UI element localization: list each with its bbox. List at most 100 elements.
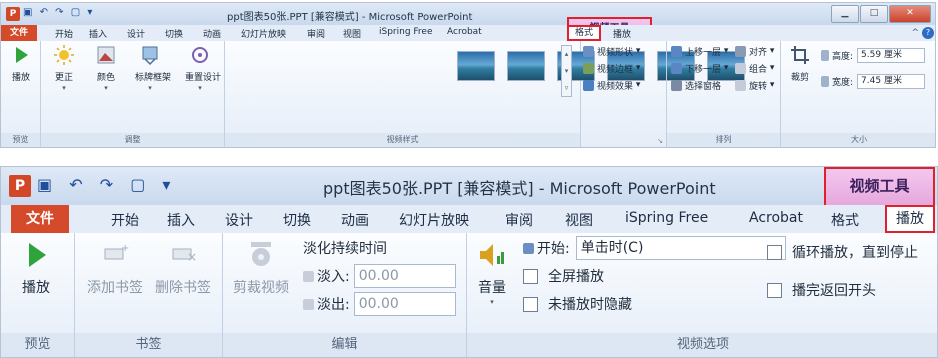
hide-when-not-playing-checkbox[interactable] bbox=[523, 296, 538, 312]
rewind-checkbox[interactable] bbox=[767, 282, 782, 298]
tab-ispring[interactable]: iSpring Free bbox=[625, 210, 708, 226]
height-input[interactable]: 5.59 厘米 bbox=[857, 47, 926, 63]
remove-bookmark-label: 删除书签 bbox=[155, 280, 211, 296]
add-bookmark-button[interactable]: + 添加书签 bbox=[83, 239, 147, 297]
tab-slideshow[interactable]: 幻灯片放映 bbox=[399, 210, 469, 230]
help-icon[interactable]: ? bbox=[922, 27, 934, 39]
tab-transitions[interactable]: 切换 bbox=[165, 27, 183, 40]
corrections-button[interactable]: 更正 ▾ bbox=[49, 44, 79, 92]
tab-format[interactable]: 格式 bbox=[567, 25, 601, 41]
tab-file[interactable]: 文件 bbox=[1, 25, 37, 41]
loop-checkbox[interactable] bbox=[767, 244, 782, 260]
quick-access-toolbar[interactable]: ▣ ↶ ↷ ▢ ▾ bbox=[23, 7, 94, 18]
tab-animations[interactable]: 动画 bbox=[341, 210, 369, 230]
video-border-icon bbox=[583, 62, 594, 74]
loop-checkbox-row[interactable]: 循环播放，直到停止 bbox=[767, 239, 918, 265]
rotate-button[interactable]: 旋转 ▾ bbox=[735, 77, 774, 93]
tab-format[interactable]: 格式 bbox=[831, 210, 859, 230]
minimize-icon[interactable]: ▁ bbox=[831, 5, 859, 23]
tab-acrobat[interactable]: Acrobat bbox=[447, 27, 482, 37]
group-label-edit: 编辑 bbox=[223, 333, 466, 357]
tab-file[interactable]: 文件 bbox=[11, 205, 69, 233]
tab-review[interactable]: 审阅 bbox=[505, 210, 533, 230]
quick-access-toolbar[interactable]: ▣ ↶ ↷ ▢ ▾ bbox=[37, 175, 176, 194]
video-style-thumbnail[interactable] bbox=[507, 51, 545, 81]
selection-pane-button[interactable]: 选择窗格 bbox=[671, 77, 721, 93]
remove-bookmark-button[interactable]: × 删除书签 bbox=[151, 239, 215, 297]
fullscreen-checkbox-row[interactable]: 全屏播放 bbox=[523, 263, 604, 289]
fullscreen-label: 全屏播放 bbox=[548, 269, 604, 285]
tab-review[interactable]: 审阅 bbox=[307, 27, 325, 40]
tab-slideshow[interactable]: 幻灯片放映 bbox=[241, 27, 286, 40]
tab-animations[interactable]: 动画 bbox=[203, 27, 221, 40]
collapse-ribbon-icon[interactable]: ^ bbox=[911, 28, 919, 38]
fade-in-input[interactable]: 00.00 bbox=[353, 264, 456, 288]
start-select[interactable]: 单击时(C)▾ bbox=[575, 236, 786, 260]
height-icon bbox=[821, 49, 829, 61]
tab-insert[interactable]: 插入 bbox=[167, 210, 195, 230]
gallery-scroll-buttons[interactable]: ▴ ▾ ▿ bbox=[561, 45, 572, 97]
selection-pane-label: 选择窗格 bbox=[685, 81, 722, 92]
align-button[interactable]: 对齐 ▾ bbox=[735, 43, 774, 59]
group-objects-button[interactable]: 组合 ▾ bbox=[735, 60, 774, 76]
start-icon bbox=[523, 242, 534, 254]
tab-view[interactable]: 视图 bbox=[343, 27, 361, 40]
poster-frame-button[interactable]: 标牌框架 ▾ bbox=[135, 44, 171, 92]
group-label-video-options: 视频选项 bbox=[467, 333, 937, 357]
height-label: 高度: bbox=[832, 51, 854, 62]
tab-playback[interactable]: 播放 bbox=[885, 205, 935, 233]
hide-checkbox-row[interactable]: 未播放时隐藏 bbox=[523, 291, 632, 317]
video-border-button[interactable]: 视频边框 ▾ bbox=[583, 60, 640, 76]
width-label: 宽度: bbox=[832, 77, 854, 88]
tab-design[interactable]: 设计 bbox=[225, 210, 253, 230]
video-style-thumbnail[interactable] bbox=[457, 51, 495, 81]
tab-playback[interactable]: 播放 bbox=[613, 27, 631, 40]
volume-button[interactable]: 音量 ▾ bbox=[469, 239, 515, 306]
tab-insert[interactable]: 插入 bbox=[89, 27, 107, 40]
group-edit: 剪裁视频 淡化持续时间 淡入: 00.00 淡出: 00.00 编辑 bbox=[223, 233, 467, 357]
tab-ispring[interactable]: iSpring Free bbox=[379, 27, 433, 37]
play-button[interactable]: 播放 bbox=[6, 44, 36, 83]
play-button[interactable]: 播放 bbox=[9, 239, 63, 297]
reset-design-button[interactable]: 重置设计 ▾ bbox=[185, 44, 221, 92]
ribbon-tabs: 文件 开始 插入 设计 切换 动画 幻灯片放映 审阅 视图 iSpring Fr… bbox=[1, 205, 937, 234]
close-icon[interactable]: ✕ bbox=[889, 5, 931, 23]
video-effects-button[interactable]: 视频效果 ▾ bbox=[583, 77, 640, 93]
align-icon bbox=[735, 45, 746, 57]
ribbon-screenshot-playback: P ▣ ↶ ↷ ▢ ▾ ppt图表50张.PPT [兼容模式] - Micros… bbox=[0, 166, 938, 358]
tab-design[interactable]: 设计 bbox=[127, 27, 145, 40]
dialog-launcher-icon[interactable]: ↘ bbox=[657, 137, 663, 145]
tab-home[interactable]: 开始 bbox=[55, 27, 73, 40]
play-label: 播放 bbox=[11, 73, 30, 83]
video-shape-icon bbox=[583, 45, 594, 57]
bring-forward-button[interactable]: 上移一层 ▾ bbox=[671, 43, 728, 59]
width-input[interactable]: 7.45 厘米 bbox=[857, 73, 926, 89]
tab-view[interactable]: 视图 bbox=[565, 210, 593, 230]
start-field-row: 开始: 单击时(C)▾ bbox=[523, 235, 786, 261]
window-title: ppt图表50张.PPT [兼容模式] - Microsoft PowerPoi… bbox=[323, 179, 716, 198]
fade-out-input[interactable]: 00.00 bbox=[353, 292, 456, 316]
color-button[interactable]: 颜色 ▾ bbox=[91, 44, 121, 92]
play-label: 播放 bbox=[22, 280, 50, 296]
tab-home[interactable]: 开始 bbox=[111, 210, 139, 230]
rewind-checkbox-row[interactable]: 播完返回开头 bbox=[767, 277, 876, 303]
maximize-icon[interactable]: □ bbox=[860, 5, 888, 23]
video-shape-button[interactable]: 视频形状 ▾ bbox=[583, 43, 640, 59]
loop-label: 循环播放，直到停止 bbox=[792, 245, 918, 261]
fullscreen-checkbox[interactable] bbox=[523, 268, 538, 284]
group-label-video-styles: 视频样式 bbox=[225, 133, 580, 147]
group-video-options: 音量▾ 开始: 单击时(C)▾ 全屏播放 未播放时隐藏 循环播放，直到停止 播完返… bbox=[467, 233, 937, 357]
crop-button[interactable]: 裁剪 bbox=[785, 44, 815, 83]
send-backward-button[interactable]: 下移一层 ▾ bbox=[671, 60, 728, 76]
tab-transitions[interactable]: 切换 bbox=[283, 210, 311, 230]
height-field-row: 高度: 5.59 厘米 bbox=[821, 47, 926, 63]
tab-acrobat[interactable]: Acrobat bbox=[749, 210, 803, 226]
ribbon-screenshot-format: P ▣ ↶ ↷ ▢ ▾ ppt图表50张.PPT [兼容模式] - Micros… bbox=[0, 2, 936, 148]
rotate-label: 旋转 bbox=[749, 81, 768, 92]
bring-forward-label: 上移一层 bbox=[685, 47, 722, 58]
powerpoint-logo-icon: P bbox=[9, 175, 31, 197]
video-effects-label: 视频效果 bbox=[597, 81, 634, 92]
group-objects-icon bbox=[735, 62, 746, 74]
color-picture-icon bbox=[97, 46, 115, 64]
trim-video-button[interactable]: 剪裁视频 bbox=[229, 239, 293, 297]
